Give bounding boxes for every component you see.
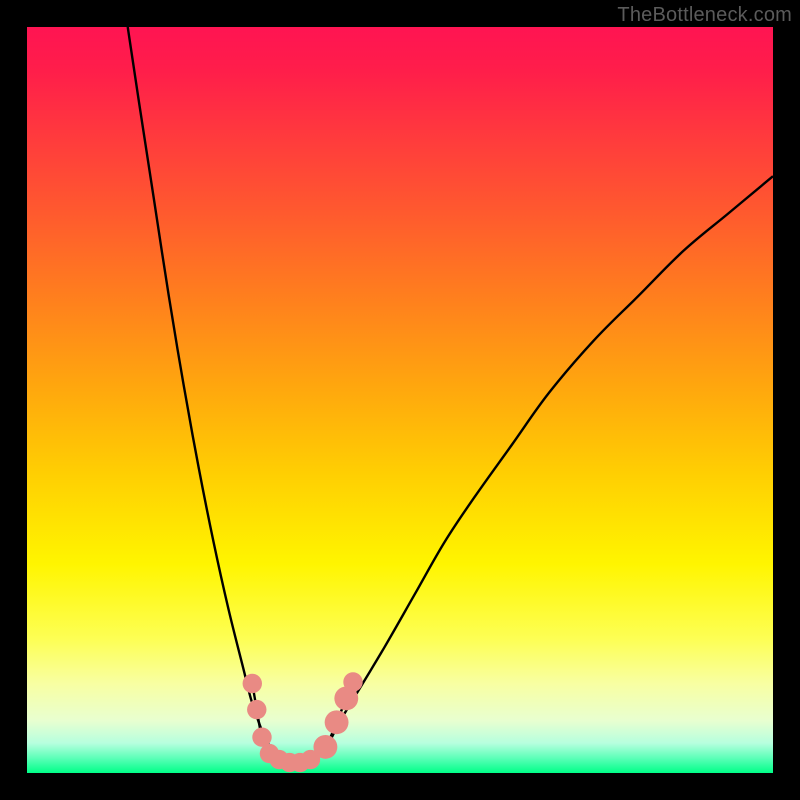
plot-area (27, 27, 773, 773)
data-markers (243, 672, 363, 772)
chart-frame: TheBottleneck.com (0, 0, 800, 800)
data-marker (247, 700, 266, 719)
right-curve (325, 176, 773, 750)
left-curve (128, 27, 273, 751)
chart-svg (27, 27, 773, 773)
watermark: TheBottleneck.com (617, 4, 792, 27)
data-marker (325, 710, 349, 734)
data-marker (243, 674, 262, 693)
data-marker (343, 672, 362, 691)
data-marker (313, 735, 337, 759)
